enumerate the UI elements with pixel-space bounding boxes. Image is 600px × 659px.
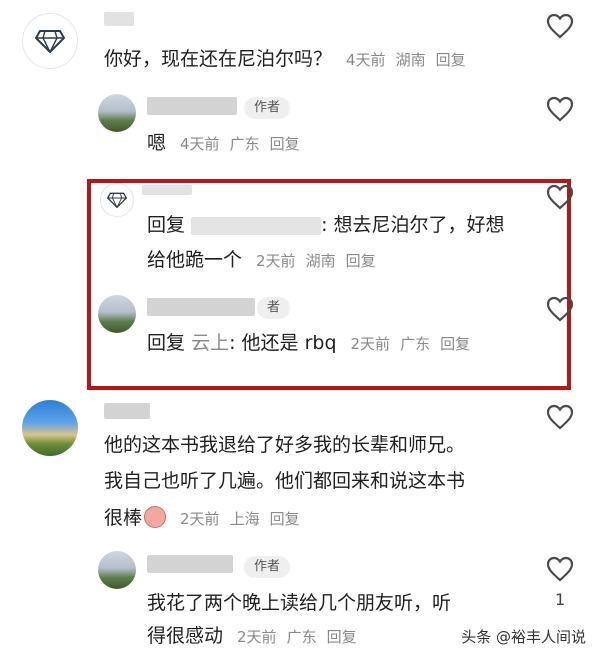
like-heart-icon[interactable] <box>546 556 574 582</box>
comment-text: 他的这本书我退给了好多我的长辈和师兄。 <box>104 434 466 456</box>
comment-text: 给他跪一个 2天前 湖南 回复 <box>147 249 376 271</box>
username[interactable] <box>142 185 192 195</box>
avatar[interactable] <box>22 400 78 456</box>
comment-text: 我自己也听了几遍。他们都回来和说这本书 <box>104 470 466 492</box>
like-heart-icon[interactable] <box>546 404 574 430</box>
author-badge: 作者 <box>244 97 291 119</box>
comment-text: 嗯 4天前 广东 回复 <box>147 132 300 154</box>
avatar[interactable] <box>22 13 78 69</box>
avatar[interactable] <box>98 94 136 132</box>
like-count: 1 <box>555 590 566 609</box>
comment-text: 回复 : 想去尼泊尔了，好想 <box>147 214 505 236</box>
like-heart-icon[interactable] <box>546 296 574 322</box>
comment-text: 我花了两个晚上读给几个朋友听，听 <box>147 592 452 614</box>
reply-button[interactable]: 回复 <box>270 510 300 528</box>
username[interactable] <box>147 298 255 316</box>
username[interactable] <box>104 12 134 26</box>
reply-button[interactable]: 回复 <box>436 51 466 69</box>
comment-text: 你好，现在还在尼泊尔吗？ 4天前 湖南 回复 <box>104 48 466 70</box>
comment-text: 回复 云上: 他还是 rbq 2天前 广东 回复 <box>147 332 471 354</box>
comment-text: 很棒 2天前 上海 回复 <box>104 505 300 529</box>
reply-button[interactable]: 回复 <box>346 252 376 270</box>
watermark: 头条 @裕丰人间说 <box>461 628 586 646</box>
emoji-icon <box>144 505 167 528</box>
mention-link[interactable]: 云上 <box>191 332 229 354</box>
username[interactable] <box>147 555 233 573</box>
avatar[interactable] <box>98 295 136 333</box>
avatar[interactable] <box>100 183 134 217</box>
username[interactable] <box>147 97 237 115</box>
username[interactable] <box>104 403 150 419</box>
avatar[interactable] <box>98 551 136 589</box>
like-heart-icon[interactable] <box>546 13 574 39</box>
diamond-icon <box>35 30 65 53</box>
reply-button[interactable]: 回复 <box>327 628 357 646</box>
reply-button[interactable]: 回复 <box>270 135 300 153</box>
comment-text: 得很感动 2天前 广东 回复 <box>147 625 357 647</box>
reply-button[interactable]: 回复 <box>440 335 470 353</box>
author-badge: 者 <box>257 297 291 319</box>
author-badge: 作者 <box>244 556 291 578</box>
diamond-icon <box>107 192 127 208</box>
like-heart-icon[interactable] <box>546 96 574 122</box>
like-heart-icon[interactable] <box>546 184 574 210</box>
